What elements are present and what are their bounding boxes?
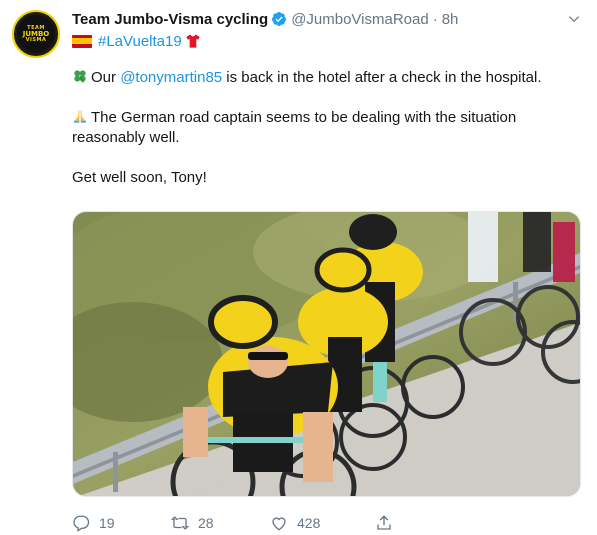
share-icon	[377, 515, 391, 530]
heart-icon	[272, 517, 286, 531]
red-jersey-icon	[186, 34, 200, 48]
paragraph-2-text: The German road captain seems to be deal…	[72, 109, 517, 146]
tweet-photo[interactable]	[72, 211, 581, 497]
retweet-count: 28	[198, 515, 214, 531]
mention-link[interactable]: @tonymartin85	[120, 69, 222, 86]
verified-badge-icon	[272, 12, 287, 26]
like-count: 428	[297, 515, 321, 531]
tweet-text: Our @tonymartin85 is back in the hotel a…	[72, 68, 572, 208]
tweet-paragraph-2: The German road captain seems to be deal…	[72, 108, 572, 148]
share-button[interactable]	[375, 514, 402, 532]
logo-text-visma: VISMA	[25, 36, 47, 43]
chevron-down-icon[interactable]	[567, 12, 581, 26]
timestamp[interactable]: 8h	[442, 11, 459, 28]
spain-flag-icon	[72, 34, 92, 48]
author-bio: #LaVuelta19	[72, 31, 201, 51]
retweet-button[interactable]: 28	[171, 514, 270, 532]
reply-button[interactable]: 19	[72, 514, 171, 532]
paragraph-1-lead: Our	[91, 69, 121, 86]
hashtag-link[interactable]: #LaVuelta19	[98, 33, 182, 50]
tweet-header: Team Jumbo-Visma cycling @JumboVismaRoad…	[72, 9, 557, 29]
tweet[interactable]: TEAM JUMBO VISMA Team Jumbo-Visma cyclin…	[0, 0, 597, 535]
tweet-paragraph-1: Our @tonymartin85 is back in the hotel a…	[72, 68, 572, 88]
reply-icon	[73, 515, 90, 532]
author-name[interactable]: Team Jumbo-Visma cycling	[72, 11, 268, 28]
tweet-paragraph-3: Get well soon, Tony!	[72, 169, 207, 186]
like-button[interactable]: 428	[270, 514, 375, 532]
folded-hands-icon	[74, 110, 86, 123]
tweet-actions: 19 28 428	[72, 513, 402, 533]
four-leaf-clover-icon	[74, 70, 86, 83]
cyclists-photo	[73, 212, 580, 496]
author-handle[interactable]: @JumboVismaRoad	[291, 11, 429, 28]
paragraph-1-rest: is back in the hotel after a check in th…	[222, 69, 542, 86]
team-logo: TEAM JUMBO VISMA	[17, 15, 55, 53]
retweet-icon	[171, 516, 189, 530]
reply-count: 19	[99, 515, 115, 531]
separator-dot: ·	[432, 10, 438, 28]
avatar[interactable]: TEAM JUMBO VISMA	[12, 10, 60, 58]
